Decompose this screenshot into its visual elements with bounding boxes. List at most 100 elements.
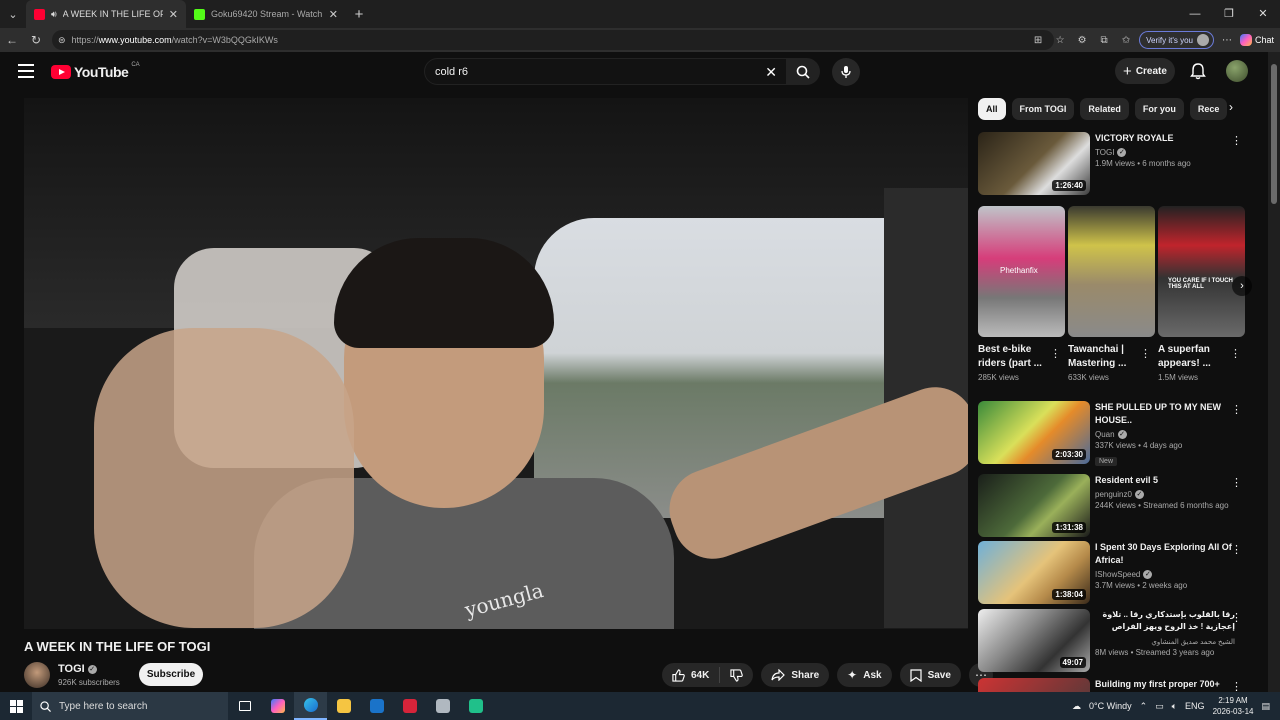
menu-icon[interactable] <box>18 64 34 78</box>
video-thumbnail[interactable]: 1:26:40 <box>978 132 1090 195</box>
close-tab-icon[interactable]: ✕ <box>169 8 178 21</box>
chevron-right-icon[interactable]: › <box>1232 276 1252 296</box>
page-scrollbar[interactable] <box>1268 52 1280 692</box>
task-view-icon[interactable] <box>228 692 261 720</box>
audio-icon[interactable]: 🔊︎ <box>51 9 57 20</box>
subscribe-button[interactable]: Subscribe <box>139 663 203 686</box>
more-options-icon[interactable]: ⋮ <box>1230 347 1241 360</box>
video-title[interactable]: SHE PULLED UP TO MY NEW HOUSE.. <box>1095 401 1235 427</box>
laptop-app-icon[interactable] <box>426 692 459 720</box>
more-options-icon[interactable]: ⋮ <box>1231 476 1242 489</box>
list-item[interactable]: Building my first proper 700+ ⋮ <box>978 678 1246 692</box>
more-options-icon[interactable]: ⋮ <box>1231 611 1242 624</box>
clear-search-icon[interactable]: ✕ <box>765 64 777 81</box>
video-player[interactable]: youngla <box>24 98 968 629</box>
more-options-icon[interactable]: ⋮ <box>1050 347 1061 360</box>
verify-profile-button[interactable]: Verify it's you <box>1139 31 1214 49</box>
video-title[interactable]: VICTORY ROYALE <box>1095 132 1235 145</box>
account-avatar[interactable] <box>1226 60 1248 82</box>
list-item[interactable]: 1:31:38 Resident evil 5 penguinz0 ✓ 244K … <box>978 474 1246 537</box>
video-thumbnail[interactable]: 2:03:30 <box>978 401 1090 464</box>
file-explorer-icon[interactable] <box>327 692 360 720</box>
chevron-right-icon[interactable]: › <box>1222 100 1240 118</box>
channel-name[interactable]: TOGI ✓ <box>58 663 97 675</box>
outlook-icon[interactable] <box>360 692 393 720</box>
channel-name[interactable]: IShowSpeed <box>1095 570 1140 579</box>
restore-icon[interactable]: ❐ <box>1212 0 1246 28</box>
more-menu-icon[interactable]: ⋯ <box>1218 35 1236 46</box>
back-icon[interactable]: ← <box>0 33 24 47</box>
video-thumbnail[interactable] <box>978 678 1090 692</box>
voice-search-button[interactable] <box>832 58 860 86</box>
list-item[interactable]: 1:38:04 I Spent 30 Days Exploring All Of… <box>978 541 1246 604</box>
save-button[interactable]: Save <box>899 663 961 687</box>
close-tab-icon[interactable]: ✕ <box>329 8 338 21</box>
app-available-icon[interactable]: ⊞ <box>1029 35 1047 46</box>
create-button[interactable]: + Create <box>1115 58 1175 84</box>
search-input[interactable]: cold r6 ✕ <box>424 58 788 85</box>
video-thumbnail[interactable]: 1:38:04 <box>978 541 1090 604</box>
short-thumbnail[interactable]: YOU CARE IF I TOUCH THIS AT ALL <box>1158 206 1245 337</box>
lang-indicator[interactable]: ENG <box>1185 701 1205 711</box>
network-icon[interactable]: ▭ <box>1155 701 1164 712</box>
weather-text[interactable]: 0°C Windy <box>1089 701 1132 711</box>
short-thumbnail[interactable] <box>1068 206 1155 337</box>
more-options-icon[interactable]: ⋮ <box>1231 403 1242 416</box>
channel-avatar[interactable] <box>24 662 50 688</box>
tab-kick-stream[interactable]: Goku69420 Stream - Watch Live o ✕ <box>186 0 346 28</box>
tab-youtube[interactable]: 🔊︎ A WEEK IN THE LIFE OF TOGI ✕ <box>26 0 186 28</box>
chip-for-you[interactable]: For you <box>1134 98 1184 120</box>
chip-related[interactable]: Related <box>1080 98 1129 120</box>
channel-name[interactable]: TOGI <box>1095 148 1114 157</box>
favorite-star-icon[interactable]: ☆ <box>1051 35 1069 46</box>
url-field[interactable]: ⊜ https://www.youtube.com/watch?v=W3bQQG… <box>52 30 1054 50</box>
youtube-logo[interactable]: YouTube CA <box>51 62 140 80</box>
copilot-chat-button[interactable]: Chat <box>1239 34 1274 46</box>
minimize-icon[interactable]: — <box>1178 0 1212 28</box>
like-button[interactable]: 64K <box>662 667 721 683</box>
green-app-icon[interactable] <box>459 692 492 720</box>
notifications-bell-icon[interactable] <box>1189 62 1207 80</box>
more-options-icon[interactable]: ⋮ <box>1231 543 1242 556</box>
tab-actions-menu[interactable]: ⌄ <box>0 0 26 28</box>
short-item[interactable]: Tawanchai | Mastering ... 633K views ⋮ <box>1068 206 1155 391</box>
video-thumbnail[interactable]: 1:31:38 <box>978 474 1090 537</box>
video-title[interactable]: I Spent 30 Days Exploring All Of Africa! <box>1095 541 1235 567</box>
channel-name[interactable]: penguinz0 <box>1095 490 1132 499</box>
dislike-button[interactable] <box>720 668 753 682</box>
taskbar-search[interactable]: Type here to search <box>32 692 228 720</box>
favorites-icon[interactable]: ✩ <box>1117 35 1135 46</box>
start-button[interactable] <box>0 692 32 720</box>
extensions-icon[interactable]: ⚙ <box>1073 35 1091 46</box>
short-item[interactable]: Phethanfix Best e-bike riders (part ... … <box>978 206 1065 391</box>
red-app-icon[interactable] <box>393 692 426 720</box>
chip-all[interactable]: All <box>978 98 1006 120</box>
channel-name[interactable]: الشيخ محمد صديق المنشاوي <box>1095 638 1235 646</box>
scrollbar-thumb[interactable] <box>1271 64 1277 204</box>
video-thumbnail[interactable]: 49:07 <box>978 609 1090 672</box>
video-title[interactable]: Resident evil 5 <box>1095 474 1235 487</box>
share-button[interactable]: Share <box>761 663 830 687</box>
more-options-icon[interactable]: ⋮ <box>1231 134 1242 147</box>
copilot-app-icon[interactable] <box>261 692 294 720</box>
list-item[interactable]: 1:26:40 VICTORY ROYALE TOGI ✓ 1.9M views … <box>978 132 1246 195</box>
site-info-icon[interactable]: ⊜ <box>58 35 66 46</box>
video-title[interactable]: رقا بالقلوب بإستدكاري رقا .. تلاوة إعجاز… <box>1095 609 1235 635</box>
weather-icon[interactable]: ☁ <box>1072 701 1081 712</box>
chevron-up-icon[interactable]: ⌃ <box>1140 701 1148 712</box>
notification-center-icon[interactable]: ▤ <box>1261 701 1270 712</box>
volume-icon[interactable]: 🔈︎ <box>1172 701 1177 712</box>
search-button[interactable] <box>786 58 820 85</box>
edge-browser-icon[interactable] <box>294 692 327 720</box>
clock[interactable]: 2:19 AM 2026-03-14 <box>1213 695 1254 717</box>
video-title[interactable]: Building my first proper 700+ <box>1095 678 1235 691</box>
more-options-icon[interactable]: ⋮ <box>1231 680 1242 692</box>
list-item[interactable]: 2:03:30 SHE PULLED UP TO MY NEW HOUSE.. … <box>978 401 1246 466</box>
refresh-icon[interactable]: ↻ <box>24 33 48 47</box>
list-item[interactable]: 49:07 رقا بالقلوب بإستدكاري رقا .. تلاوة… <box>978 609 1246 672</box>
split-screen-icon[interactable]: ⧉ <box>1095 35 1113 46</box>
chip-from-togi[interactable]: From TOGI <box>1011 98 1075 120</box>
channel-name[interactable]: Quan <box>1095 430 1115 439</box>
short-thumbnail[interactable]: Phethanfix <box>978 206 1065 337</box>
new-tab-button[interactable]: + <box>346 6 372 23</box>
